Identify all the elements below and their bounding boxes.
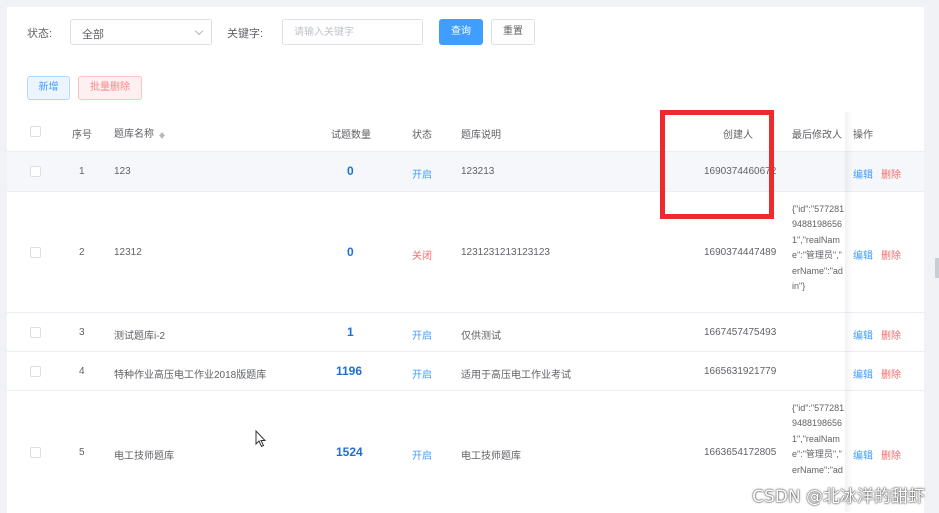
header-name[interactable]: 题库名称 [114,125,166,140]
header-creator: 创建人 [723,130,753,141]
row-index: 2 [79,247,85,258]
row-desc: 123213 [461,166,495,177]
row-status: 开启 [412,331,432,342]
delete-link[interactable]: 删除 [881,166,901,181]
header-ops: 操作 [853,130,873,141]
modifier-line: erName":"ad [792,265,843,276]
row-index: 1 [79,166,85,177]
row-creator: 1663654172805 [704,447,777,458]
row-creator: 1690374447489 [704,247,777,258]
row-checkbox[interactable] [30,247,41,258]
modifier-line: {"id":"577281 [792,403,845,413]
status-filter-label: 状态: [27,28,53,40]
row-desc: 电工技师题库 [461,451,521,462]
row-modifier: {"id":"577281 9488198656 1","realNam e":… [792,401,848,478]
keyword-label: 关键字: [227,28,264,40]
modifier-line: 1","realNam [792,433,840,444]
edit-link[interactable]: 编辑 [853,247,873,262]
header-count: 试题数量 [331,130,371,141]
header-modifier: 最后修改人 [792,130,842,141]
row-status: 关闭 [412,251,432,262]
reset-button[interactable]: 重置 [491,19,535,45]
row-index: 4 [79,366,85,377]
row-checkbox[interactable] [30,447,41,458]
modifier-line: e":"管理员"," [792,250,842,261]
row-count: 0 [347,245,354,259]
header-desc: 题库说明 [461,130,501,141]
edit-link[interactable]: 编辑 [853,327,873,342]
delete-link[interactable]: 删除 [881,247,901,262]
row-count: 1 [347,325,354,339]
table-row: 2 12312 0 关闭 1231231213123123 1690374447… [7,192,924,313]
row-name: 电工技师题库 [114,451,174,462]
edit-link[interactable]: 编辑 [853,366,873,381]
row-status: 开启 [412,451,432,462]
row-status: 开启 [412,370,432,381]
delete-link[interactable]: 删除 [881,366,901,381]
modifier-line: e":"管理员"," [792,449,842,460]
header-status: 状态 [412,130,432,141]
row-checkbox[interactable] [30,366,41,377]
batch-delete-button[interactable]: 批量删除 [78,76,142,100]
row-creator: 1690374460672 [704,166,777,177]
row-checkbox[interactable] [30,327,41,338]
header-name-label: 题库名称 [114,129,154,140]
status-select[interactable]: 全部 [70,19,212,45]
row-name: 12312 [114,247,142,258]
table-row: 4 特种作业高压电工作业2018版题库 1196 开启 适用于高压电工作业考试 … [7,352,924,391]
edit-link[interactable]: 编辑 [853,447,873,462]
delete-link[interactable]: 删除 [881,327,901,342]
row-index: 3 [79,327,85,338]
row-desc: 仅供测试 [461,331,501,342]
row-desc: 适用于高压电工作业考试 [461,370,571,381]
table-header: 序号 题库名称 试题数量 状态 题库说明 创建人 最后修改人 操作 [7,112,924,152]
modifier-line: {"id":"577281 [792,204,845,214]
chevron-down-icon [194,26,204,36]
keyword-input[interactable] [282,19,423,45]
add-button[interactable]: 新增 [27,76,70,100]
edit-link[interactable]: 编辑 [853,166,873,181]
row-status: 开启 [412,170,432,181]
sort-icon[interactable] [158,129,166,140]
row-creator: 1665631921779 [704,366,777,377]
filter-bar: 状态: 全部 关键字: 查询 重置 [7,19,924,45]
modifier-line: 9488198656 [792,219,843,230]
query-button[interactable]: 查询 [439,19,483,45]
row-desc: 1231231213123123 [461,247,550,258]
row-checkbox[interactable] [30,166,41,177]
row-name: 123 [114,166,131,177]
row-name: 测试题库i-2 [114,331,166,342]
main-panel: 状态: 全部 关键字: 查询 重置 新增 批量删除 序号 题库名称 试题数量 状… [7,7,924,513]
row-name: 特种作业高压电工作业2018版题库 [114,370,267,381]
table-row: 3 测试题库i-2 1 开启 仅供测试 1667457475493 编辑 删除 [7,313,924,352]
modifier-line: 9488198656 [792,418,843,429]
row-count: 1196 [336,364,363,378]
modifier-line: erName":"ad [792,464,843,475]
header-index: 序号 [72,130,92,141]
scrollbar-thumb[interactable] [935,258,939,278]
watermark: CSDN @北冰洋的甜虾 [752,487,925,507]
delete-link[interactable]: 删除 [881,447,901,462]
mouse-cursor-icon [255,430,267,448]
select-all-checkbox[interactable] [30,126,41,137]
row-count: 1524 [336,445,363,459]
status-select-value: 全部 [82,29,104,41]
table-row: 1 123 0 开启 123213 1690374460672 编辑 删除 [7,152,924,192]
row-modifier: {"id":"577281 9488198656 1","realNam e":… [792,202,848,294]
row-creator: 1667457475493 [704,327,777,338]
row-index: 5 [79,447,85,458]
row-count: 0 [347,164,354,178]
modifier-line: 1","realNam [792,234,840,245]
modifier-line: in"} [792,281,806,292]
